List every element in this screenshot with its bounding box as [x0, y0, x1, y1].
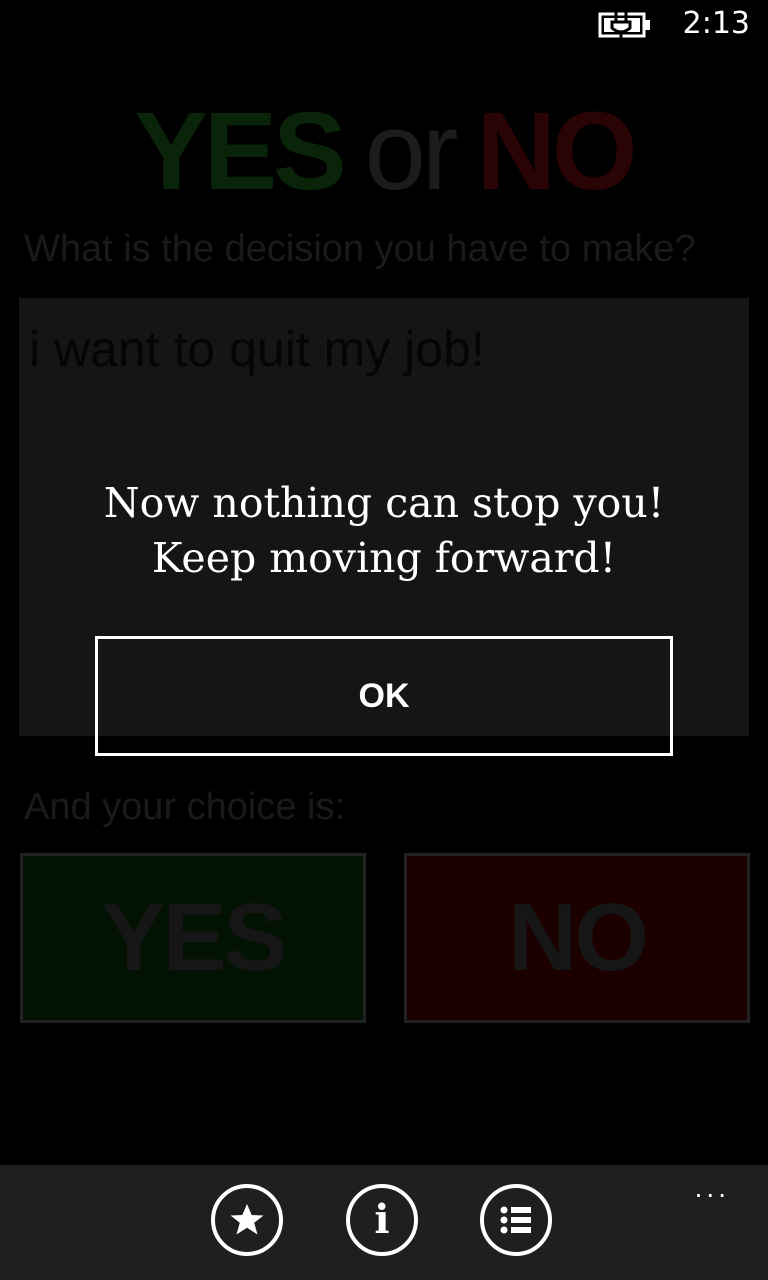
info-icon: i	[374, 1196, 390, 1243]
title-no: NO	[476, 90, 637, 213]
status-bar: 2:13	[0, 0, 768, 50]
choice-label: And your choice is:	[24, 786, 346, 828]
app-bar: i ...	[0, 1165, 768, 1280]
more-options-icon[interactable]: ...	[695, 1174, 730, 1202]
yes-button[interactable]: YES	[20, 853, 366, 1023]
title-yes: YES	[134, 90, 347, 213]
title-or: or	[364, 90, 459, 213]
dialog-message-line2: Keep moving forward!	[151, 534, 617, 582]
ok-button[interactable]: OK	[95, 636, 673, 756]
star-icon	[230, 1204, 264, 1235]
decision-text: i want to quit my job!	[29, 321, 485, 377]
dialog-message-line1: Now nothing can stop you!	[103, 479, 665, 527]
battery-charging-icon	[598, 12, 650, 38]
info-button[interactable]: i	[346, 1184, 418, 1256]
list-button[interactable]	[480, 1184, 552, 1256]
clock: 2:13	[682, 6, 750, 41]
favorite-button[interactable]	[211, 1184, 283, 1256]
app-title: YES or NO	[0, 88, 768, 215]
question-label: What is the decision you have to make?	[24, 228, 696, 270]
list-icon	[500, 1206, 531, 1234]
no-button[interactable]: NO	[404, 853, 750, 1023]
dialog-message: Now nothing can stop you! Keep moving fo…	[0, 476, 768, 586]
